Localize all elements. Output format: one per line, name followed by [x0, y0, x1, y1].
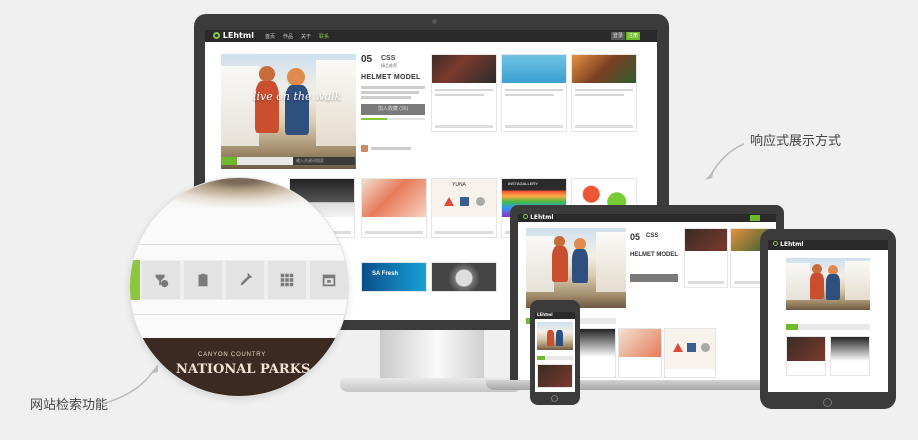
- search-arrow-icon: [101, 364, 158, 405]
- zoom-toolbar: [130, 260, 348, 300]
- nav-item-about[interactable]: 关于: [301, 33, 311, 40]
- calendar-tool[interactable]: [310, 261, 348, 299]
- brand-name: LEhtml: [222, 31, 254, 40]
- laptop-topbar: LEhtml: [518, 214, 776, 222]
- thumb-card[interactable]: YUNA: [431, 178, 497, 238]
- monitor-neck: [380, 330, 484, 380]
- tablet-hero[interactable]: [786, 258, 870, 310]
- clipboard-icon: [198, 273, 208, 287]
- thumb-yuna-label: YUNA: [452, 182, 466, 188]
- nav-item-home[interactable]: 首页: [265, 33, 275, 40]
- hero-kid-head: [287, 68, 305, 86]
- nav-item-contact[interactable]: 联系: [319, 33, 329, 40]
- thumb-card[interactable]: [618, 328, 662, 378]
- favorite-button[interactable]: 加入收藏 (36): [361, 104, 425, 115]
- laptop-brand[interactable]: LEhtml: [523, 214, 553, 221]
- filter-icon: [155, 274, 169, 288]
- tablet-brand[interactable]: LEhtml: [773, 241, 803, 248]
- monitor-topbar: LEhtml 首页 作品 关于 联系 登录 注册: [205, 30, 657, 42]
- feature-progress: [361, 118, 425, 120]
- hero-image[interactable]: live on the walk: [221, 54, 356, 169]
- clipboard-tool[interactable]: [184, 261, 222, 299]
- hero-wall-left: [221, 65, 259, 146]
- phone-topbar: LEhtml: [535, 312, 575, 319]
- login-button[interactable]: 登录: [611, 32, 625, 40]
- feature-sub: 精品推荐: [381, 63, 397, 68]
- feature-desc: [361, 91, 419, 94]
- grid-tool[interactable]: [268, 261, 306, 299]
- laptop-feature-tag: CSS: [646, 233, 659, 239]
- feature-desc: [361, 86, 425, 89]
- tablet-topbar: LEhtml: [768, 240, 888, 250]
- thumb-card[interactable]: [537, 364, 573, 388]
- laptop-register-button[interactable]: [750, 215, 760, 221]
- avatar: [361, 145, 368, 152]
- phone-hero[interactable]: [537, 322, 573, 350]
- thumb-card[interactable]: [501, 54, 567, 132]
- nav-item-works[interactable]: 作品: [283, 33, 293, 40]
- thumb-card[interactable]: [664, 328, 716, 378]
- thumb-card[interactable]: [431, 262, 497, 292]
- phone-toolbar: [537, 356, 573, 360]
- tablet-toolbar: [786, 324, 870, 330]
- laptop-hero[interactable]: [526, 228, 626, 308]
- filter-active[interactable]: [221, 157, 237, 165]
- brand-logo[interactable]: LEhtml: [213, 31, 254, 40]
- search-label: 网站检索功能: [30, 397, 109, 412]
- zoom-divider: [130, 314, 348, 315]
- phone-screen: LEhtml: [535, 312, 575, 392]
- shape-circle: [476, 197, 485, 206]
- laptop-feature-title: HELMET MODEL: [630, 252, 678, 258]
- thumb-card[interactable]: [684, 228, 728, 288]
- zoom-top-text: CANYON COUNTRY: [198, 352, 267, 358]
- thumb-card[interactable]: [830, 336, 870, 376]
- grid-icon: [280, 273, 294, 287]
- feature-title: HELMET MODEL: [361, 74, 421, 81]
- shape-triangle: [444, 197, 454, 206]
- feature-meta: [371, 147, 411, 150]
- laptop-favorite-button[interactable]: [630, 274, 678, 282]
- shape-square: [460, 197, 469, 206]
- thumb-card[interactable]: [786, 336, 826, 376]
- feature-day: 05: [361, 54, 373, 65]
- laptop-feature-day: 05: [630, 232, 641, 242]
- thumb-card[interactable]: [361, 178, 427, 238]
- hero-kid-left: [255, 81, 279, 133]
- zoom-top-photo: [130, 178, 348, 208]
- monitor-camera: [432, 19, 437, 24]
- thumb-card[interactable]: [571, 54, 637, 132]
- responsive-label: 响应式展示方式: [750, 133, 842, 148]
- phone-home-button[interactable]: [551, 395, 558, 402]
- thumb-insta-label: INSTAGALLERY: [508, 181, 538, 186]
- dropper-tool[interactable]: [226, 261, 264, 299]
- favorite-label: 加入收藏 (36): [377, 106, 409, 112]
- phone-brand[interactable]: LEhtml: [537, 312, 553, 317]
- thumb-card[interactable]: [431, 54, 497, 132]
- calendar-icon: [322, 274, 336, 287]
- register-button[interactable]: 注册: [626, 32, 640, 40]
- zoom-magnifier: CANYON COUNTRY NATIONAL PARKS: [130, 178, 348, 396]
- zoom-toolbar-accent: [130, 260, 140, 300]
- zoom-bottom-text: NATIONAL PARKS: [176, 362, 311, 377]
- hero-kid-head: [259, 66, 275, 82]
- hero-script-text: live on the walk: [253, 90, 342, 103]
- search-input[interactable]: 输入关键词搜索: [293, 157, 355, 165]
- logo-icon: [213, 32, 220, 39]
- responsive-arrow-icon: [705, 143, 745, 180]
- feature-tag: CSS: [381, 55, 396, 62]
- feature-desc: [361, 96, 411, 99]
- search-placeholder: 输入关键词搜索: [296, 158, 324, 163]
- thumb-safresh-label: SA Fresh: [372, 271, 399, 277]
- zoom-divider: [130, 244, 348, 245]
- filter-tool[interactable]: [142, 261, 180, 299]
- feature-card: 05 CSS 精品推荐 HELMET MODEL 加入收藏 (36): [361, 54, 425, 159]
- dropper-icon: [240, 272, 253, 286]
- tablet-screen: LEhtml: [768, 240, 888, 392]
- thumb-card[interactable]: SA Fresh: [361, 262, 427, 292]
- tablet-home-button[interactable]: [823, 398, 832, 407]
- zoom-bottom-card: CANYON COUNTRY NATIONAL PARKS: [130, 338, 348, 396]
